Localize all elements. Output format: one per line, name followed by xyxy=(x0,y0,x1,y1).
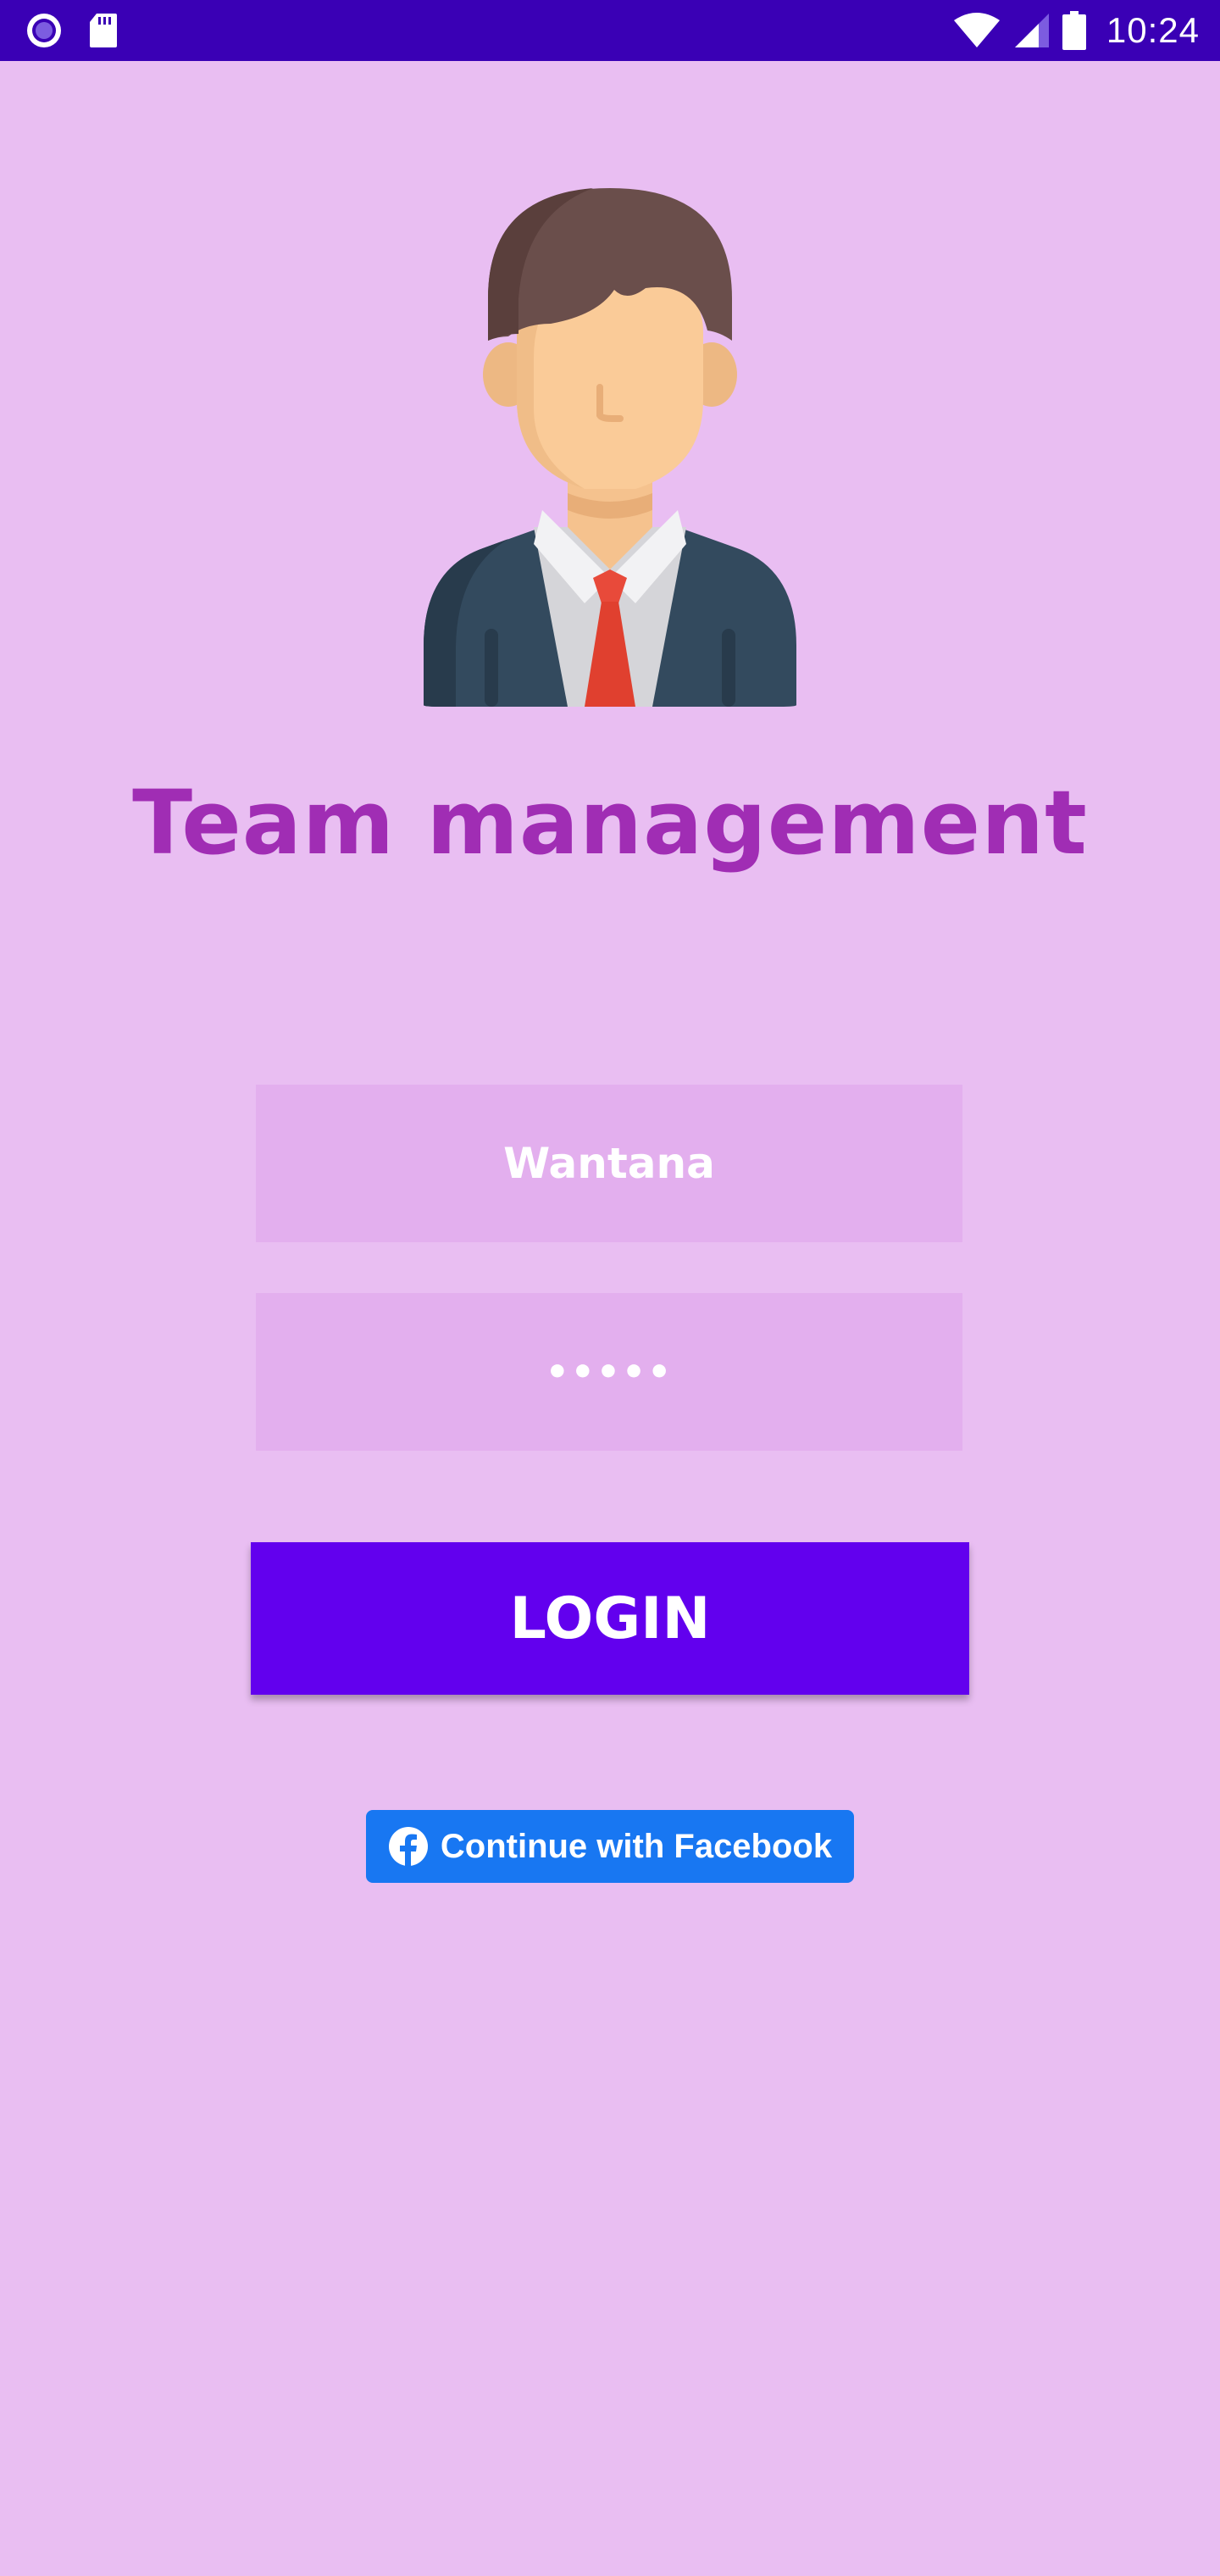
sd-card-icon xyxy=(90,14,117,47)
facebook-icon xyxy=(388,1827,428,1867)
battery-icon xyxy=(1062,11,1086,50)
wifi-icon xyxy=(953,13,1000,47)
businessman-avatar-icon xyxy=(424,188,796,707)
password-field[interactable] xyxy=(256,1293,962,1451)
status-bar-right: 10:24 xyxy=(952,8,1200,53)
record-icon xyxy=(27,14,61,47)
login-button[interactable]: LOGIN xyxy=(251,1542,969,1695)
app-title: Team management xyxy=(132,771,1088,874)
facebook-login-button[interactable]: Continue with Facebook xyxy=(366,1810,854,1883)
login-button-label: LOGIN xyxy=(509,1585,711,1652)
username-field[interactable] xyxy=(256,1085,962,1242)
cellular-signal-icon xyxy=(1014,14,1049,47)
facebook-button-label: Continue with Facebook xyxy=(440,1827,833,1865)
status-bar-left xyxy=(25,12,119,49)
status-time: 10:24 xyxy=(1106,10,1200,50)
status-bar: 10:24 xyxy=(0,0,1220,61)
